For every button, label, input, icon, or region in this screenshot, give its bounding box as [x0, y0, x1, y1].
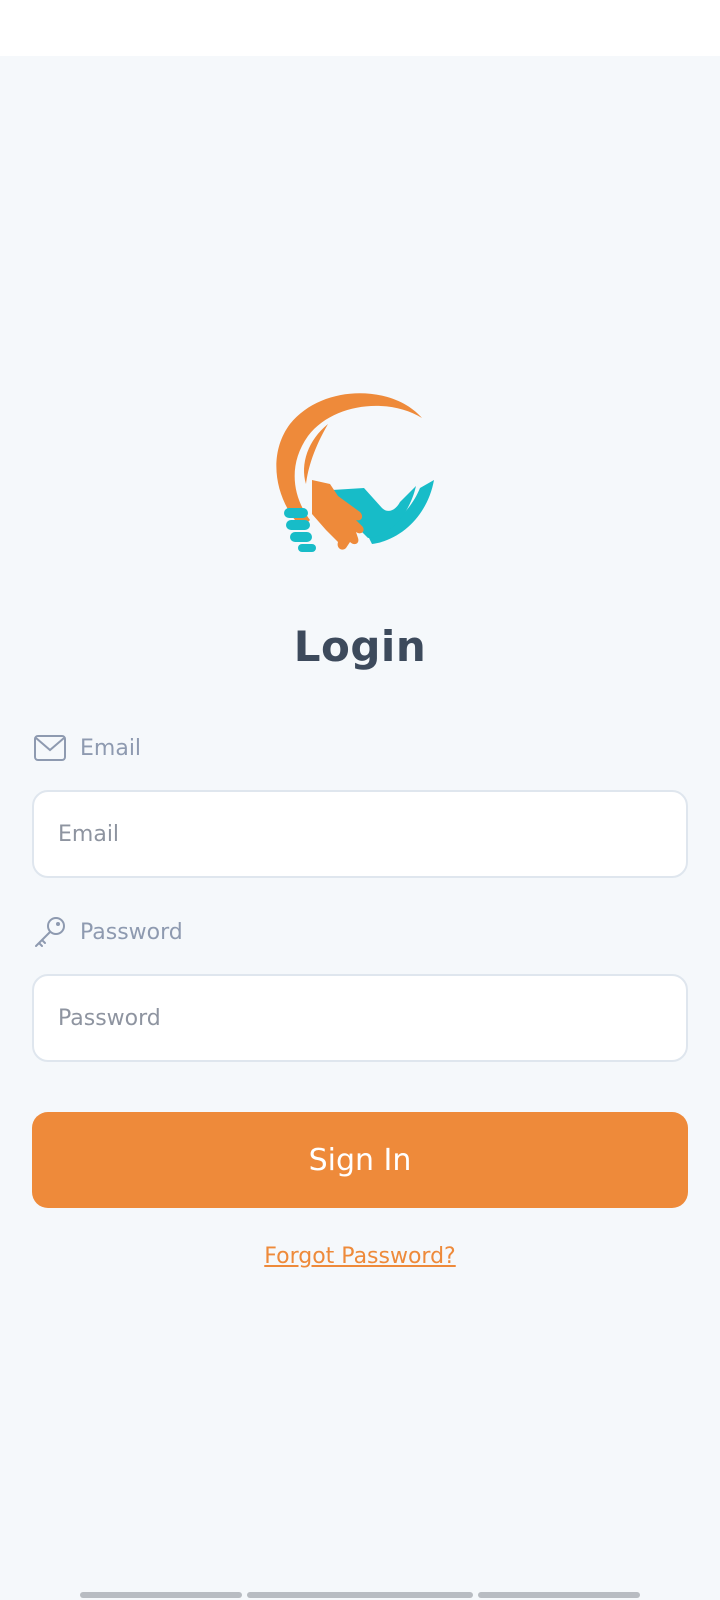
handshake-logo: [276, 393, 434, 552]
forgot-password-link[interactable]: Forgot Password?: [0, 1244, 720, 1269]
nav-hint-center: [247, 1592, 473, 1598]
email-label: Email: [80, 735, 142, 761]
mail-icon: [32, 730, 68, 766]
sign-in-button[interactable]: Sign In: [32, 1112, 688, 1208]
email-field[interactable]: [32, 790, 688, 878]
key-icon: [32, 914, 68, 950]
nav-hint-right: [478, 1592, 640, 1598]
nav-hint-left: [80, 1592, 242, 1598]
password-label: Password: [80, 919, 183, 945]
email-label-row: Email: [32, 728, 141, 768]
password-field[interactable]: [32, 974, 688, 1062]
page-title: Login: [293, 622, 427, 671]
status-bar: [0, 0, 720, 56]
password-label-row: Password: [32, 912, 183, 952]
